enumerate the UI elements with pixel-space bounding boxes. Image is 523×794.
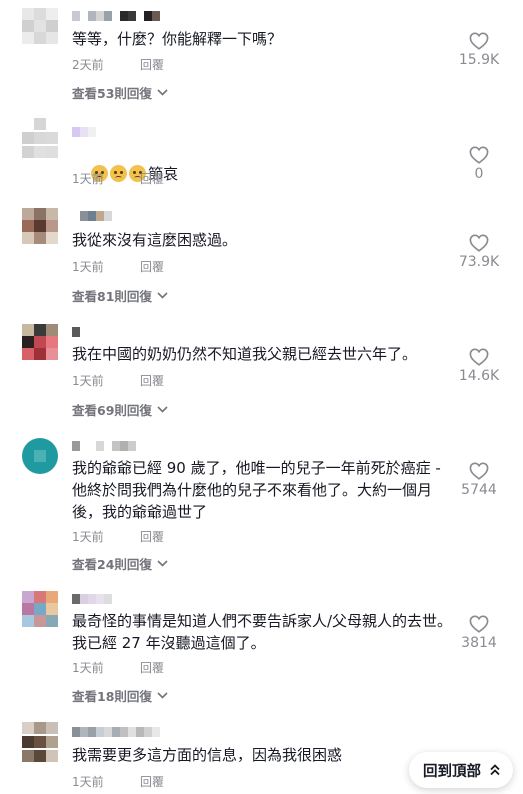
username[interactable] (72, 211, 112, 222)
like-button[interactable]: 3814 (457, 615, 501, 651)
avatar[interactable] (22, 722, 58, 764)
comment-time: 1天前 (72, 775, 104, 789)
like-count: 14.6K (458, 368, 500, 384)
like-button[interactable]: 5744 (457, 462, 501, 498)
username[interactable] (72, 327, 80, 338)
view-replies-label: 查看69則回復 (72, 403, 152, 418)
heart-icon (469, 32, 489, 50)
comment-text: 我從來沒有這麼困惑過。 (72, 231, 238, 249)
comment-meta: 1天前 回覆 (72, 773, 164, 790)
comment-time: 1天前 (72, 374, 104, 388)
back-to-top-label: 回到頂部 (423, 763, 481, 780)
comment-text: 我在中國的奶奶仍然不知道我父親已經去世六年了。 (72, 345, 418, 363)
heart-icon (469, 234, 489, 252)
view-replies-label: 查看53則回復 (72, 86, 152, 101)
like-count: 73.9K (458, 254, 500, 270)
like-button[interactable]: 15.9K (457, 32, 501, 68)
avatar[interactable] (22, 118, 58, 160)
avatar[interactable] (22, 208, 58, 244)
comment-meta: 1天前 回覆 (72, 258, 164, 275)
view-replies-button[interactable]: 查看81則回復 (72, 286, 168, 305)
like-count: 15.9K (458, 52, 500, 68)
reply-button[interactable]: 回覆 (140, 258, 164, 275)
comment-text: 我的爺爺已經 90 歲了，他唯一的兒子一年前死於癌症 - 他終於問我們為什麼他的… (72, 459, 446, 521)
username[interactable] (72, 11, 160, 22)
double-chevron-up-icon (490, 764, 500, 776)
reply-button[interactable]: 回覆 (140, 56, 164, 73)
reply-button[interactable]: 回覆 (140, 528, 164, 545)
reply-button[interactable]: 回覆 (140, 773, 164, 790)
like-button[interactable]: 14.6K (457, 348, 501, 384)
reply-button[interactable]: 回覆 (140, 659, 164, 676)
avatar[interactable] (22, 591, 58, 627)
avatar[interactable] (22, 438, 58, 474)
chevron-down-icon (157, 89, 168, 96)
chevron-down-icon (157, 560, 168, 567)
back-to-top-button[interactable]: 回到頂部 (409, 752, 513, 788)
username[interactable] (72, 727, 160, 738)
username[interactable] (72, 127, 96, 138)
comment-meta: 1天前 回覆 (72, 659, 164, 676)
comment-time: 1天前 (72, 661, 104, 675)
heart-icon (469, 615, 489, 633)
comment-meta: 1天前 回覆 (72, 170, 164, 187)
comment-text: 我需要更多這方面的信息，因為我很困惑 (72, 746, 343, 764)
comment-meta: 2天前 回覆 (72, 56, 164, 73)
view-replies-label: 查看18則回復 (72, 689, 152, 704)
like-count: 3814 (461, 635, 497, 651)
view-replies-button[interactable]: 查看53則回復 (72, 83, 168, 102)
heart-icon (469, 348, 489, 366)
comment-meta: 1天前 回覆 (72, 372, 164, 389)
view-replies-button[interactable]: 查看24則回復 (72, 554, 168, 573)
comment-text: 等等，什麼？你能解釋一下嗎？ (72, 30, 283, 48)
like-button[interactable]: 73.9K (457, 234, 501, 270)
like-count: 0 (474, 166, 484, 182)
like-count: 5744 (461, 482, 497, 498)
reply-button[interactable]: 回覆 (140, 170, 164, 187)
view-replies-label: 查看24則回復 (72, 557, 152, 572)
reply-button[interactable]: 回覆 (140, 372, 164, 389)
like-button[interactable]: 0 (457, 146, 501, 182)
comment-time: 1天前 (72, 172, 104, 186)
comment-text: 最奇怪的事情是知道人們不要告訴家人/父母親人的去世。我已經 27 年沒聽過這個了… (72, 612, 453, 652)
avatar[interactable] (22, 324, 58, 360)
view-replies-button[interactable]: 查看18則回復 (72, 686, 168, 705)
comment-time: 2天前 (72, 58, 104, 72)
comment-meta: 1天前 回覆 (72, 528, 164, 545)
chevron-down-icon (157, 292, 168, 299)
avatar[interactable] (22, 8, 58, 44)
heart-icon (469, 462, 489, 480)
username[interactable] (72, 441, 136, 452)
heart-icon (469, 146, 489, 164)
view-replies-button[interactable]: 查看69則回復 (72, 400, 168, 419)
comment-time: 1天前 (72, 530, 104, 544)
username[interactable] (72, 594, 112, 605)
comment-time: 1天前 (72, 260, 104, 274)
chevron-down-icon (157, 406, 168, 413)
chevron-down-icon (157, 692, 168, 699)
view-replies-label: 查看81則回復 (72, 289, 152, 304)
